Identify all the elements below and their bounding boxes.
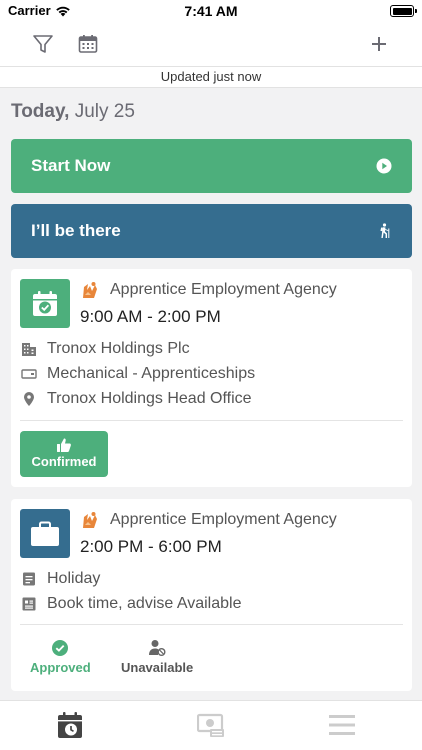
toolbar: [0, 22, 422, 66]
card-divider: [20, 420, 403, 421]
briefcase-icon: [20, 509, 70, 558]
category-row: Mechanical - Apprenticeships: [20, 365, 255, 383]
type-row: Holiday: [20, 570, 100, 588]
document-icon: [20, 570, 38, 588]
timesheet-icon[interactable]: [197, 711, 225, 739]
company-row: Tronox Holdings Plc: [20, 340, 190, 358]
ill-be-there-button[interactable]: I’ll be there: [11, 204, 412, 258]
holiday-card[interactable]: Apprentice Employment Agency 2:00 PM - 6…: [11, 499, 412, 691]
location-row: Tronox Holdings Head Office: [20, 390, 252, 408]
shift-card[interactable]: Apprentice Employment Agency 9:00 AM - 2…: [11, 269, 412, 487]
note-row: Book time, advise Available: [20, 595, 241, 613]
agency-name: Apprentice Employment Agency: [110, 281, 337, 298]
shift-calendar-check-icon: [20, 279, 70, 328]
date-value: July 25: [74, 101, 135, 122]
start-now-label: Start Now: [31, 156, 111, 175]
filter-icon[interactable]: [31, 32, 55, 56]
approved-status[interactable]: Approved: [30, 639, 91, 675]
tag-icon: [20, 365, 38, 383]
date-heading: Today, July 25: [11, 101, 135, 123]
check-circle-icon: [51, 639, 69, 657]
user-blocked-icon: [148, 639, 166, 657]
card-divider: [20, 624, 403, 625]
confirmed-button[interactable]: Confirmed: [20, 431, 108, 477]
agency-name: Apprentice Employment Agency: [110, 511, 337, 528]
agency-logo-icon: [80, 280, 100, 300]
building-icon: [20, 340, 38, 358]
shift-time-range: 2:00 PM - 6:00 PM: [80, 537, 222, 556]
map-pin-icon: [20, 390, 38, 408]
thumbs-up-icon: [56, 437, 72, 453]
notes-icon: [20, 595, 38, 613]
menu-icon[interactable]: [328, 711, 356, 739]
clock: 7:41 AM: [184, 3, 238, 19]
tab-bar: [0, 700, 422, 750]
play-icon: [376, 158, 392, 174]
ill-be-there-label: I’ll be there: [31, 221, 121, 240]
shift-time-range: 9:00 AM - 2:00 PM: [80, 307, 221, 326]
roster-calendar-icon[interactable]: [56, 711, 84, 739]
battery-icon: [390, 5, 417, 17]
status-bar: Carrier 7:41 AM: [0, 0, 422, 22]
add-icon[interactable]: [367, 32, 391, 56]
unavailable-status[interactable]: Unavailable: [121, 639, 193, 675]
date-day-label: Today,: [11, 101, 70, 122]
start-now-button[interactable]: Start Now: [11, 139, 412, 193]
calendar-icon[interactable]: [76, 32, 100, 56]
updated-status: Updated just now: [0, 66, 422, 88]
hiking-icon: [376, 223, 392, 239]
agency-logo-icon: [80, 510, 100, 530]
